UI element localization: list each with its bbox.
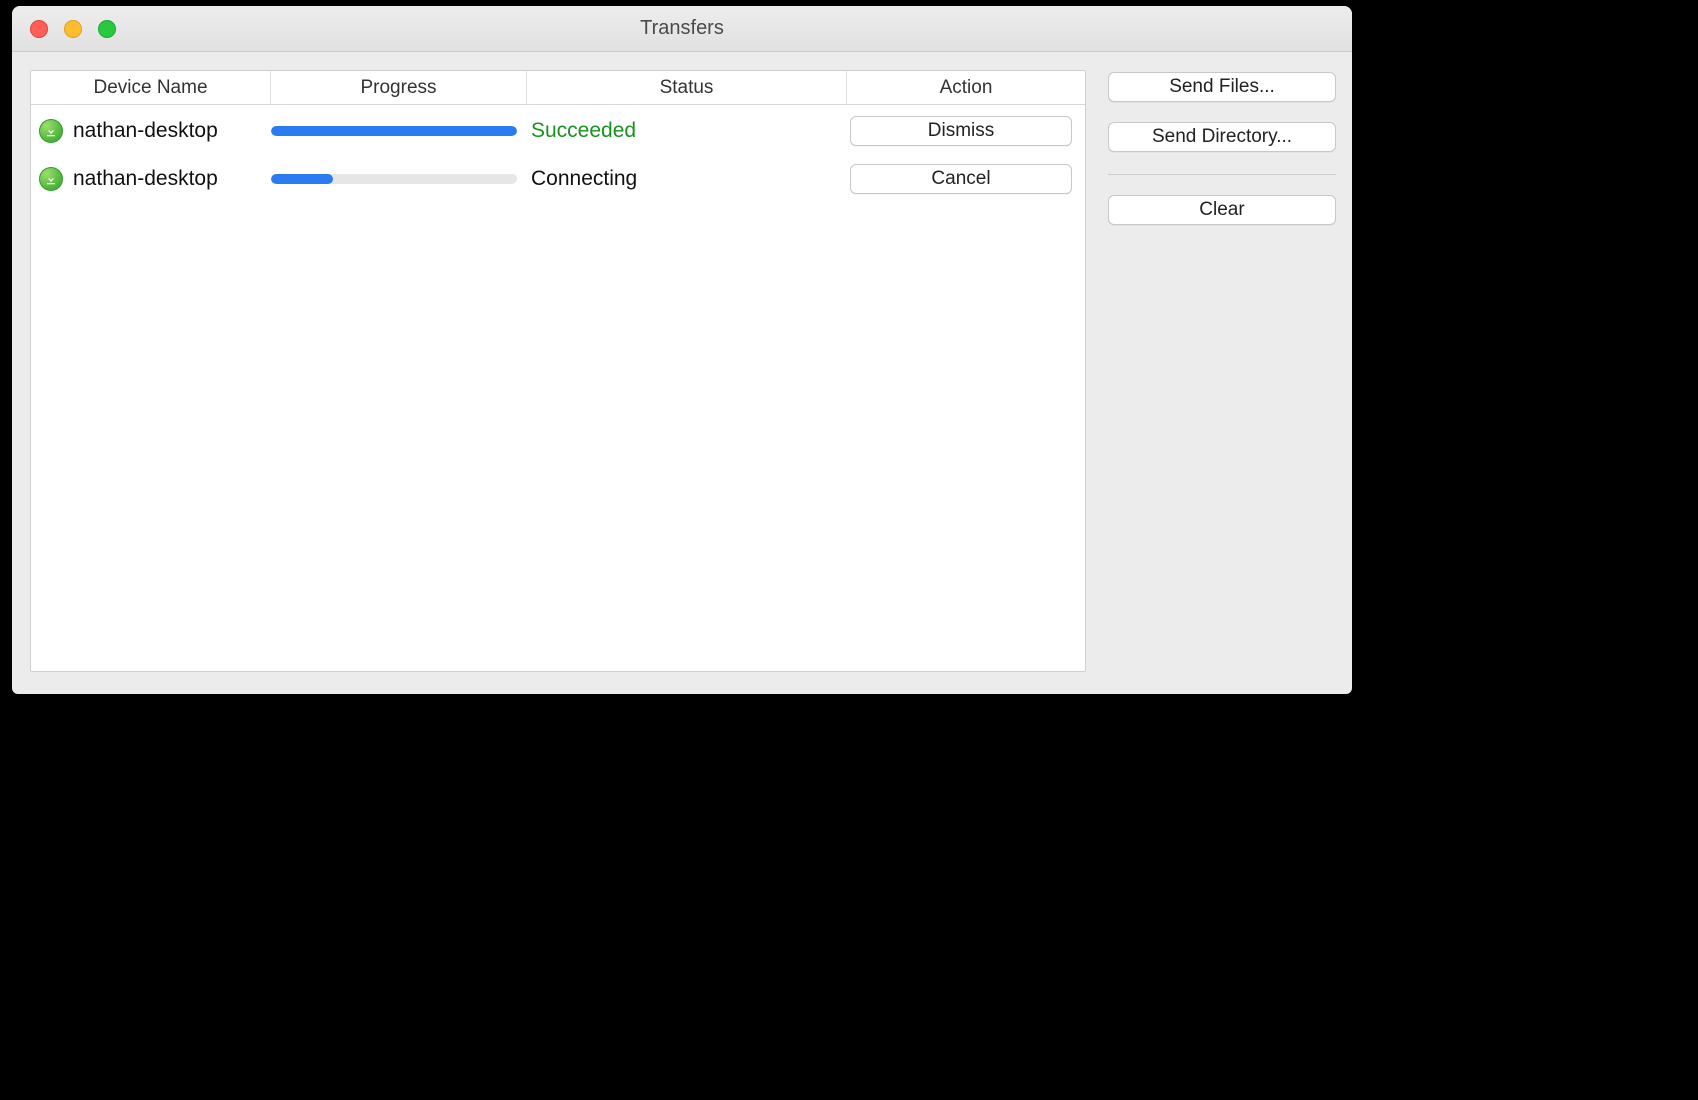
column-header-device[interactable]: Device Name <box>31 71 271 104</box>
cell-progress <box>271 174 527 184</box>
close-window-button[interactable] <box>30 20 48 38</box>
column-header-progress[interactable]: Progress <box>271 71 527 104</box>
device-name-label: nathan-desktop <box>73 167 218 191</box>
table-header: Device Name Progress Status Action <box>31 71 1085 105</box>
dismiss-button[interactable]: Dismiss <box>850 116 1072 146</box>
window-content: Device Name Progress Status Action natha… <box>12 52 1352 694</box>
cell-device: nathan-desktop <box>37 119 271 143</box>
window-title: Transfers <box>12 17 1352 40</box>
cell-device: nathan-desktop <box>37 167 271 191</box>
progress-track <box>271 126 517 136</box>
cancel-button[interactable]: Cancel <box>850 164 1072 194</box>
send-directory-button[interactable]: Send Directory... <box>1108 122 1336 152</box>
progress-track <box>271 174 517 184</box>
minimize-window-button[interactable] <box>64 20 82 38</box>
cell-action: Dismiss <box>847 116 1079 146</box>
table-body: nathan-desktopSucceededDismissnathan-des… <box>31 105 1085 671</box>
cell-action: Cancel <box>847 164 1079 194</box>
sidebar: Send Files... Send Directory... Clear <box>1108 70 1336 672</box>
transfers-window: Transfers Device Name Progress Status Ac… <box>12 6 1352 694</box>
traffic-lights <box>30 20 116 38</box>
titlebar: Transfers <box>12 6 1352 52</box>
sidebar-separator <box>1108 174 1336 175</box>
download-icon <box>39 167 63 191</box>
table-row[interactable]: nathan-desktop SucceededDismiss <box>31 107 1085 155</box>
column-header-action[interactable]: Action <box>847 71 1085 104</box>
progress-bar <box>271 126 517 136</box>
device-name-label: nathan-desktop <box>73 119 218 143</box>
zoom-window-button[interactable] <box>98 20 116 38</box>
cell-status: Succeeded <box>527 119 847 143</box>
send-files-button[interactable]: Send Files... <box>1108 72 1336 102</box>
table-row[interactable]: nathan-desktop ConnectingCancel <box>31 155 1085 203</box>
download-icon <box>39 119 63 143</box>
transfers-table: Device Name Progress Status Action natha… <box>30 70 1086 672</box>
cell-status: Connecting <box>527 167 847 191</box>
cell-progress <box>271 126 527 136</box>
column-header-status[interactable]: Status <box>527 71 847 104</box>
clear-button[interactable]: Clear <box>1108 195 1336 225</box>
progress-bar <box>271 174 333 184</box>
